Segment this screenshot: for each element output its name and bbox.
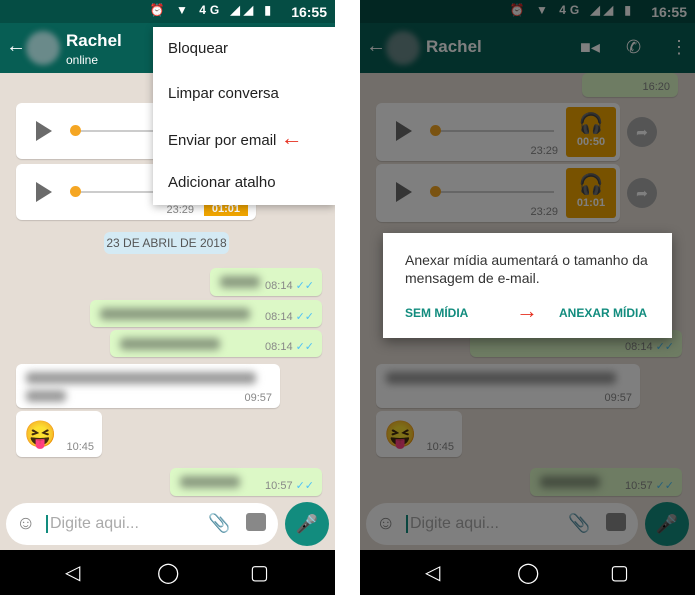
nav-recents-icon[interactable]: ▢	[610, 560, 629, 585]
mic-button[interactable]: 🎤	[285, 502, 329, 546]
audio-seek-handle[interactable]	[70, 186, 81, 197]
nav-home-icon[interactable]: ◯	[157, 560, 179, 585]
overflow-menu: Bloquear Limpar conversa Enviar por emai…	[153, 27, 335, 205]
nav-back-icon[interactable]: ◁	[65, 560, 80, 585]
sent-message: 08:14✓✓	[210, 268, 322, 296]
input-placeholder[interactable]: Digite aqui...	[46, 515, 139, 533]
menu-item-enviar-por-email[interactable]: Enviar por email ←	[153, 116, 335, 161]
message-time: 23:29	[166, 204, 194, 216]
avatar[interactable]	[26, 31, 60, 65]
dialog-message: Anexar mídia aumentará o tamanho da mens…	[405, 252, 648, 286]
nav-home-icon[interactable]: ◯	[517, 560, 539, 585]
red-arrow-right-icon: →	[516, 298, 538, 323]
emoji-message: 😝10:45	[16, 411, 102, 457]
play-icon[interactable]	[36, 121, 52, 141]
nav-recents-icon[interactable]: ▢	[250, 560, 269, 585]
menu-item-bloquear[interactable]: Bloquear	[153, 27, 335, 72]
contact-name[interactable]: Rachel	[66, 31, 122, 51]
attach-media-button[interactable]: ANEXAR MÍDIA	[559, 306, 647, 320]
menu-item-limpar-conversa[interactable]: Limpar conversa	[153, 72, 335, 117]
status-icons: ⏰ ▼ 4G ◢◢ ▮	[149, 3, 275, 17]
emoji: 😝	[24, 419, 57, 449]
menu-item-adicionar-atalho[interactable]: Adicionar atalho	[153, 161, 335, 206]
presence-status: online	[66, 53, 99, 67]
emoji-icon[interactable]: ☺	[16, 513, 35, 535]
received-message: 09:57	[16, 364, 280, 408]
no-media-button[interactable]: SEM MÍDIA	[405, 306, 468, 320]
attach-clip-icon[interactable]: 📎	[208, 513, 230, 534]
play-icon[interactable]	[36, 182, 52, 202]
camera-icon[interactable]	[246, 513, 266, 531]
sent-message: 08:14✓✓	[110, 330, 322, 357]
status-time: 16:55	[291, 4, 327, 20]
date-chip: 23 DE ABRIL DE 2018	[104, 232, 229, 254]
attach-media-dialog: Anexar mídia aumentará o tamanho da mens…	[383, 233, 672, 338]
phone-screen-dialog: ⏰ ▼ 4G ◢◢ ▮ 16:55 ← Rachel ■◂ ✆ ⋮ 16:20 …	[360, 0, 695, 595]
phone-screen-menu: ⏰ ▼ 4G ◢◢ ▮ 16:55 ← Rachel online 23:29 …	[0, 0, 335, 595]
sent-message: 10:57✓✓	[170, 468, 322, 496]
sent-message: 08:14✓✓	[90, 300, 322, 327]
status-bar: ⏰ ▼ 4G ◢◢ ▮ 16:55	[0, 0, 335, 23]
red-arrow-left-icon: ←	[280, 125, 303, 150]
audio-seek-handle[interactable]	[70, 125, 81, 136]
back-arrow-icon[interactable]: ←	[6, 35, 26, 58]
android-nav-bar: ◁ ◯ ▢	[0, 550, 335, 595]
message-input[interactable]: ☺ Digite aqui... 📎	[6, 503, 278, 545]
android-nav-bar: ◁ ◯ ▢	[360, 550, 695, 595]
nav-back-icon[interactable]: ◁	[425, 560, 440, 585]
